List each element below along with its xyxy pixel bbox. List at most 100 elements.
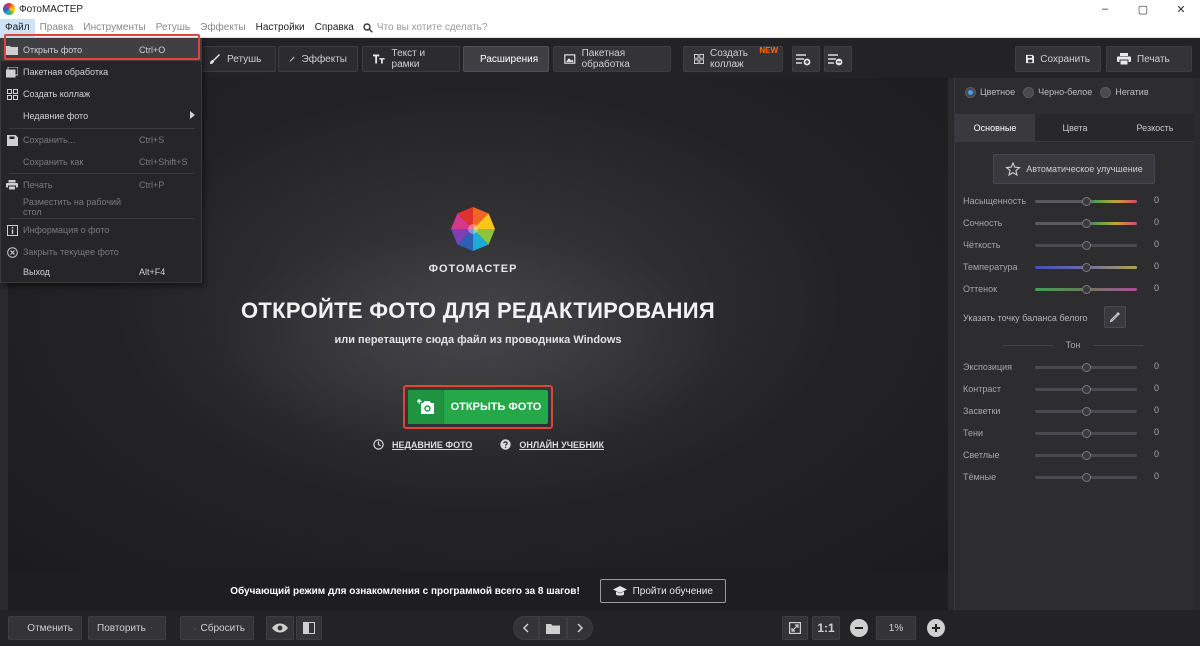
open-photo-highlight: ОТКРЫТЬ ФОТО xyxy=(403,385,553,429)
slider-whites[interactable]: Светлые 0 xyxy=(963,448,1189,462)
extensions-button[interactable]: Расширения xyxy=(463,46,549,72)
slider-track[interactable] xyxy=(1035,429,1137,438)
slider-thumb[interactable] xyxy=(1082,219,1091,228)
close-button[interactable]: ✕ xyxy=(1162,0,1200,18)
online-tutorial-link[interactable]: ОНЛАЙН УЧЕБНИК xyxy=(500,439,604,450)
menu-help[interactable]: Справка xyxy=(310,19,359,37)
collage-icon xyxy=(694,54,704,64)
slider-track[interactable] xyxy=(1035,451,1137,460)
undo-label: Отменить xyxy=(27,622,73,634)
minimize-button[interactable]: – xyxy=(1086,0,1124,18)
slider-track[interactable] xyxy=(1035,241,1137,250)
tab-colors[interactable]: Цвета xyxy=(1035,114,1115,142)
mode-bw[interactable]: Черно-белое xyxy=(1023,86,1092,98)
slider-thumb[interactable] xyxy=(1082,285,1091,294)
slider-temperature[interactable]: Температура 0 xyxy=(963,260,1189,274)
menu-item-label: Печать xyxy=(23,180,53,190)
text-frames-button[interactable]: Текст и рамки xyxy=(362,46,460,72)
browse-folder-button[interactable] xyxy=(539,616,567,640)
slider-vibrance[interactable]: Сочность 0 xyxy=(963,216,1189,230)
menu-settings[interactable]: Настройки xyxy=(251,19,310,37)
slider-exposure[interactable]: Экспозиция 0 xyxy=(963,360,1189,374)
preview-toggle-button[interactable] xyxy=(266,616,294,640)
file-menu-collage[interactable]: Создать коллаж xyxy=(1,83,201,105)
file-menu-info[interactable]: Информация о фото xyxy=(1,219,201,241)
zoom-out-button[interactable] xyxy=(850,619,868,637)
reset-icon xyxy=(194,627,196,629)
open-photo-button[interactable]: ОТКРЫТЬ ФОТО xyxy=(408,390,548,424)
tab-sharpness[interactable]: Резкость xyxy=(1115,114,1195,142)
slider-saturation[interactable]: Насыщенность 0 xyxy=(963,194,1189,208)
fit-screen-button[interactable] xyxy=(782,616,808,640)
slider-label: Контраст xyxy=(963,384,1001,394)
slider-clarity[interactable]: Чёткость 0 xyxy=(963,238,1189,252)
slider-thumb[interactable] xyxy=(1082,263,1091,272)
slider-thumb[interactable] xyxy=(1082,451,1091,460)
file-menu-desktop[interactable]: Разместить на рабочий стол xyxy=(1,196,201,218)
reset-button[interactable]: Сбросить xyxy=(180,616,254,640)
compare-button[interactable] xyxy=(296,616,322,640)
slider-track[interactable] xyxy=(1035,363,1137,372)
zoom-in-button[interactable] xyxy=(927,619,945,637)
prev-photo-button[interactable] xyxy=(513,616,539,640)
effects-label: Эффекты xyxy=(301,53,347,65)
file-menu-save[interactable]: Сохранить... Ctrl+S xyxy=(1,129,201,151)
slider-track[interactable] xyxy=(1035,473,1137,482)
effects-button[interactable]: Эффекты xyxy=(278,46,358,72)
text-icon xyxy=(373,54,385,64)
fotomaster-logo-icon xyxy=(450,206,496,252)
menu-search[interactable]: Что вы хотите сделать? xyxy=(363,22,487,33)
slider-highlights[interactable]: Засветки 0 xyxy=(963,404,1189,418)
file-menu-save-as[interactable]: Сохранить как Ctrl+Shift+S xyxy=(1,151,201,173)
slider-shadows[interactable]: Тени 0 xyxy=(963,426,1189,440)
batch-processing-button[interactable]: Пакетная обработка xyxy=(553,46,671,72)
mode-color[interactable]: Цветное xyxy=(965,86,1015,98)
slider-thumb[interactable] xyxy=(1082,241,1091,250)
mode-negative[interactable]: Негатив xyxy=(1100,86,1149,98)
next-photo-button[interactable] xyxy=(567,616,593,640)
recent-photos-link[interactable]: НЕДАВНИЕ ФОТО xyxy=(373,439,472,450)
slider-label: Чёткость xyxy=(963,240,1001,250)
undo-button[interactable]: Отменить xyxy=(8,616,82,640)
slider-value: 0 xyxy=(1153,471,1159,481)
create-collage-button[interactable]: Создать коллаж NEW xyxy=(683,46,783,72)
file-menu-recent[interactable]: Недавние фото xyxy=(1,105,201,127)
slider-blacks[interactable]: Тёмные 0 xyxy=(963,470,1189,484)
slider-thumb[interactable] xyxy=(1082,363,1091,372)
slider-track[interactable] xyxy=(1035,385,1137,394)
eyedropper-button[interactable] xyxy=(1104,306,1126,328)
slider-thumb[interactable] xyxy=(1082,385,1091,394)
slider-thumb[interactable] xyxy=(1082,429,1091,438)
redo-icon xyxy=(150,627,152,629)
auto-enhance-button[interactable]: Автоматическое улучшение xyxy=(993,154,1155,184)
actual-size-button[interactable]: 1:1 xyxy=(812,616,840,640)
slider-track[interactable] xyxy=(1035,263,1137,272)
slider-track[interactable] xyxy=(1035,219,1137,228)
file-menu-exit[interactable]: Выход Alt+F4 xyxy=(1,261,201,283)
slider-track[interactable] xyxy=(1035,285,1137,294)
file-menu-batch[interactable]: Пакетная обработка xyxy=(1,61,201,83)
slider-thumb[interactable] xyxy=(1082,407,1091,416)
redo-button[interactable]: Повторить xyxy=(88,616,166,640)
save-button[interactable]: Сохранить xyxy=(1015,46,1101,72)
slider-contrast[interactable]: Контраст 0 xyxy=(963,382,1189,396)
slider-track[interactable] xyxy=(1035,197,1137,206)
slider-thumb[interactable] xyxy=(1082,473,1091,482)
filter-add-button[interactable] xyxy=(792,46,820,72)
slider-tint[interactable]: Оттенок 0 xyxy=(963,282,1189,296)
slider-thumb[interactable] xyxy=(1082,197,1091,206)
filter-remove-button[interactable] xyxy=(824,46,852,72)
save-label: Сохранить xyxy=(1040,53,1090,65)
retouch-button[interactable]: Ретушь xyxy=(198,46,276,72)
file-menu-print[interactable]: Печать Ctrl+P xyxy=(1,174,201,196)
file-menu-close-photo[interactable]: Закрыть текущее фото xyxy=(1,241,201,263)
menu-effects[interactable]: Эффекты xyxy=(195,19,250,37)
tab-basic[interactable]: Основные xyxy=(955,114,1035,142)
print-button[interactable]: Печать xyxy=(1106,46,1192,72)
slider-track[interactable] xyxy=(1035,407,1137,416)
tutorial-strip: Обучающий режим для ознакомления с прогр… xyxy=(8,572,948,610)
restore-button[interactable]: ▢ xyxy=(1124,0,1162,18)
magic-wand-icon xyxy=(289,56,296,62)
slider-value: 0 xyxy=(1153,449,1159,459)
start-tutorial-button[interactable]: Пройти обучение xyxy=(599,579,726,603)
